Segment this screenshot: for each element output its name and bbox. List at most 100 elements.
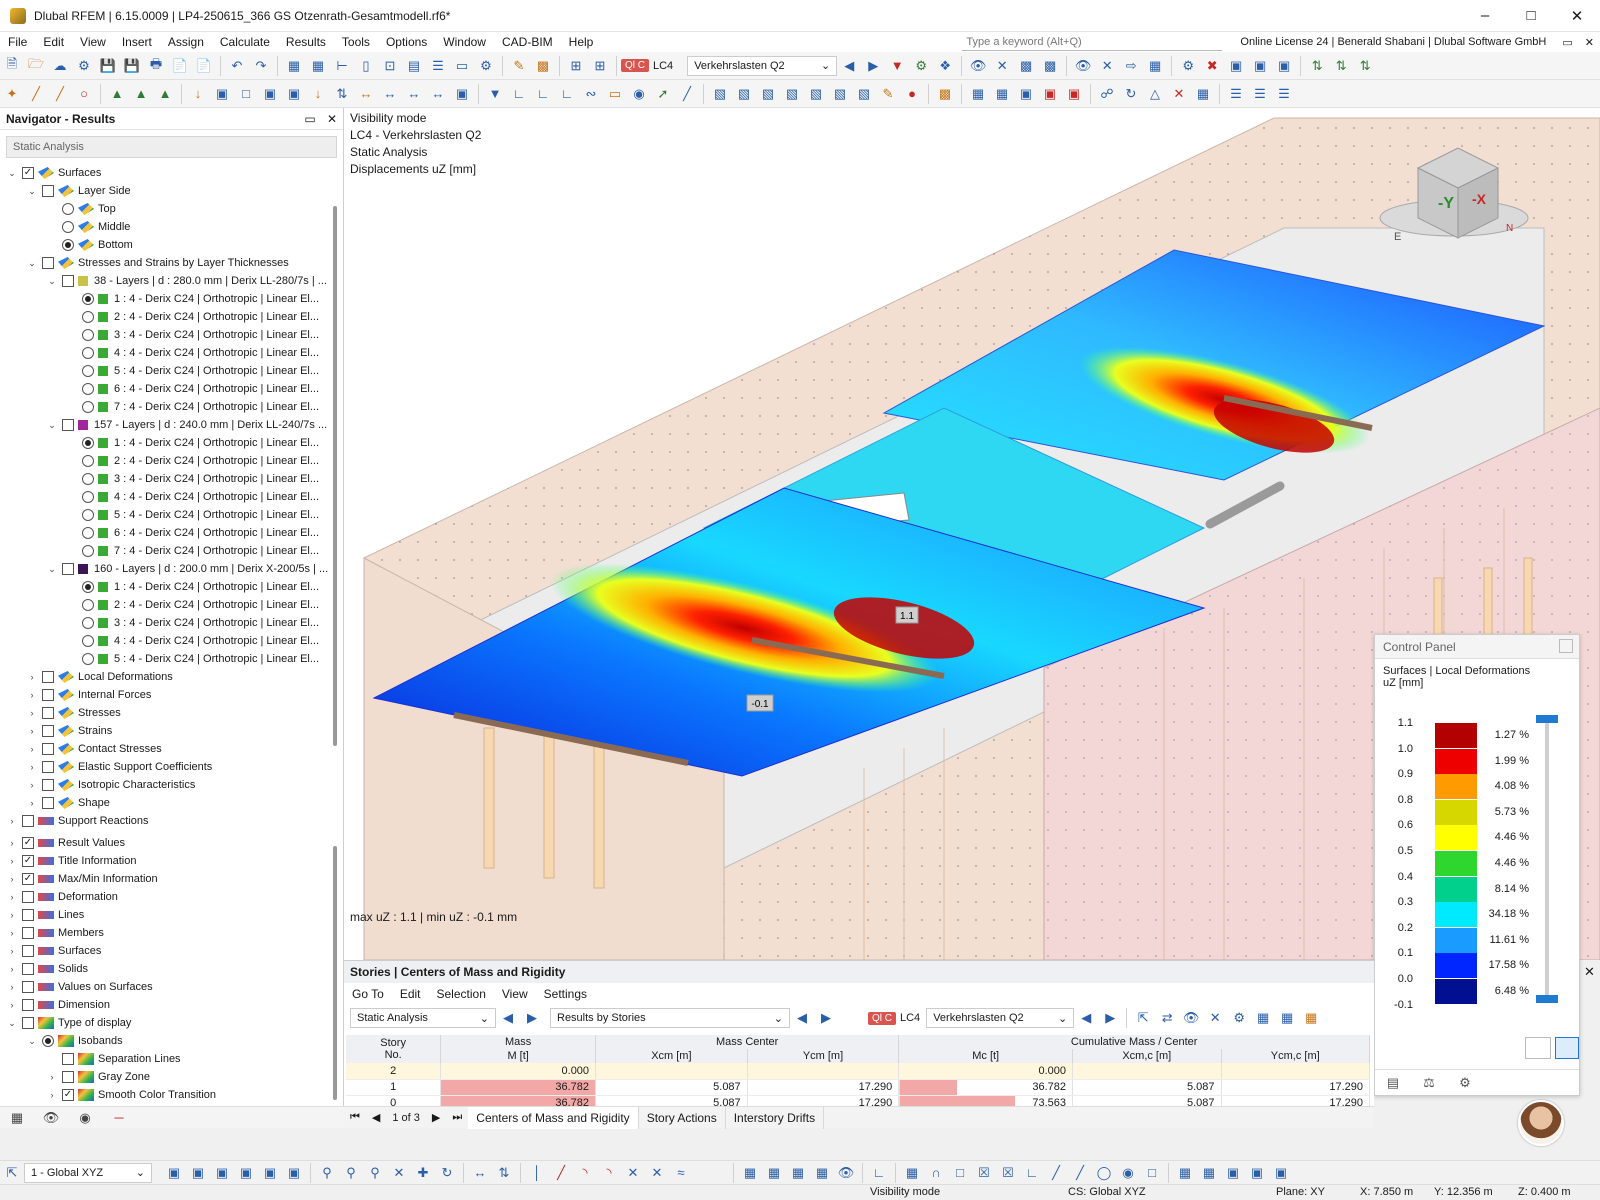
- tree-checkbox[interactable]: [22, 963, 34, 975]
- dim-icon[interactable]: ↔: [469, 1162, 491, 1184]
- arc-icon[interactable]: ◝: [574, 1162, 596, 1184]
- tree-radio[interactable]: [82, 599, 94, 611]
- display-tab-icon[interactable]: 👁: [34, 1110, 68, 1126]
- box2-icon[interactable]: ▣: [1249, 55, 1271, 77]
- tree-radio[interactable]: [82, 509, 94, 521]
- menu-tools[interactable]: Tools: [334, 32, 378, 52]
- frame-bottom-icon[interactable]: □: [949, 1162, 971, 1184]
- box-view-icon[interactable]: ▣: [283, 83, 305, 105]
- menu-view[interactable]: View: [72, 32, 114, 52]
- tree-radio[interactable]: [82, 365, 94, 377]
- member-load-icon[interactable]: ↓: [307, 83, 329, 105]
- tree-item[interactable]: 3 : 4 - Derix C24 | Orthotropic | Linear…: [0, 614, 336, 632]
- script-icon[interactable]: ▤: [403, 55, 425, 77]
- chevron-down-icon[interactable]: ⌄: [46, 564, 58, 575]
- box3-icon[interactable]: ▣: [1273, 55, 1295, 77]
- tree-item[interactable]: › Stresses: [0, 704, 336, 722]
- tree-checkbox[interactable]: [22, 909, 34, 921]
- square-icon[interactable]: □: [1141, 1162, 1163, 1184]
- magnet-icon[interactable]: ∩: [925, 1162, 947, 1184]
- result-view-icon[interactable]: ▣: [1039, 83, 1061, 105]
- tree-item[interactable]: 7 : 4 - Derix C24 | Orthotropic | Linear…: [0, 542, 336, 560]
- arrow-icon[interactable]: ➚: [652, 83, 674, 105]
- cell-m[interactable]: 0.000: [440, 1063, 597, 1080]
- cell-xcmc[interactable]: 5.087: [1072, 1079, 1222, 1096]
- tree-checkbox[interactable]: [22, 891, 34, 903]
- navigator-analysis-select[interactable]: Static Analysis: [6, 136, 337, 158]
- pin-panel-icon[interactable]: ▭: [299, 112, 321, 126]
- tree-checkbox[interactable]: [42, 257, 54, 269]
- tree-item[interactable]: › Lines: [0, 906, 336, 924]
- next-page-icon[interactable]: ▶: [432, 1111, 440, 1124]
- display-icon[interactable]: ▩: [1039, 55, 1061, 77]
- view-side-icon[interactable]: ▣: [187, 1162, 209, 1184]
- tree-item[interactable]: 1 : 4 - Derix C24 | Orthotropic | Linear…: [0, 290, 336, 308]
- slider-bottom-handle[interactable]: [1536, 995, 1558, 1003]
- tree-item[interactable]: 1 : 4 - Derix C24 | Orthotropic | Linear…: [0, 434, 336, 452]
- print-icon[interactable]: 🖶: [145, 55, 167, 77]
- sync-icon[interactable]: ⇄: [1156, 1007, 1178, 1029]
- line-tool2-icon[interactable]: ╱: [550, 1162, 572, 1184]
- tree-checkbox[interactable]: [22, 815, 34, 827]
- chevron-down-icon[interactable]: ⌄: [26, 186, 38, 197]
- tree-radio[interactable]: [82, 473, 94, 485]
- chevron-down-icon[interactable]: ⌄: [26, 1036, 38, 1047]
- tree-radio[interactable]: [82, 617, 94, 629]
- tree-checkbox[interactable]: [42, 743, 54, 755]
- support3-icon[interactable]: ▲: [154, 83, 176, 105]
- tree-item[interactable]: 6 : 4 - Derix C24 | Orthotropic | Linear…: [0, 524, 336, 542]
- table-view-icon[interactable]: ▦: [967, 83, 989, 105]
- table-panel-close-icon[interactable]: ✕: [1584, 964, 1595, 980]
- curve-icon[interactable]: ∾: [580, 83, 602, 105]
- measure2-icon[interactable]: ↔: [403, 83, 425, 105]
- table-menu-settings[interactable]: Settings: [536, 987, 595, 1001]
- tree-item[interactable]: ⌄ 157 - Layers | d : 240.0 mm | Derix LL-…: [0, 416, 336, 434]
- tree-checkbox[interactable]: [62, 1071, 74, 1083]
- tree-item[interactable]: › Dimension: [0, 996, 336, 1014]
- menu-cad-bim[interactable]: CAD-BIM: [494, 32, 561, 52]
- cell-story[interactable]: 1: [346, 1079, 442, 1096]
- table-lc-select[interactable]: Verkehrslasten Q2 ⌄: [926, 1008, 1075, 1028]
- table-next-lc-icon[interactable]: ▶: [1099, 1007, 1121, 1029]
- view-icon[interactable]: 👁: [1180, 1007, 1202, 1029]
- color-scale-icon[interactable]: ▩: [934, 83, 956, 105]
- support2-icon[interactable]: ▲: [130, 83, 152, 105]
- chevron-right-icon[interactable]: ›: [6, 964, 18, 974]
- snap-points-icon[interactable]: ▦: [763, 1162, 785, 1184]
- console-icon[interactable]: ⊡: [379, 55, 401, 77]
- corner-icon[interactable]: ∟: [1021, 1162, 1043, 1184]
- close-icon[interactable]: ✕: [1554, 0, 1600, 32]
- tab-centers-of-mass[interactable]: Centers of Mass and Rigidity: [468, 1106, 639, 1129]
- tree-checkbox[interactable]: [22, 927, 34, 939]
- tree-item[interactable]: 4 : 4 - Derix C24 | Orthotropic | Linear…: [0, 632, 336, 650]
- tree-item[interactable]: › ✓ Max/Min Information: [0, 870, 336, 888]
- wand-icon[interactable]: ✦: [1, 83, 23, 105]
- table-menu-view[interactable]: View: [494, 987, 536, 1001]
- rotate-icon[interactable]: ↻: [1120, 83, 1142, 105]
- paint-icon[interactable]: ✎: [877, 83, 899, 105]
- chevron-right-icon[interactable]: ›: [6, 816, 18, 826]
- tree-radio[interactable]: [82, 293, 94, 305]
- tree-radio[interactable]: [82, 527, 94, 539]
- load-combo-icon[interactable]: ⊞: [589, 55, 611, 77]
- results-icon[interactable]: ⚙: [910, 55, 932, 77]
- tree-radio[interactable]: [82, 383, 94, 395]
- cell-xcm[interactable]: [595, 1063, 748, 1080]
- snap-grid-bottom-icon[interactable]: ▦: [739, 1162, 761, 1184]
- wall4-icon[interactable]: ▧: [781, 83, 803, 105]
- panel-icon[interactable]: ▯: [355, 55, 377, 77]
- tree-radio[interactable]: [82, 653, 94, 665]
- mdi-window-buttons[interactable]: ▭ ✕: [1556, 35, 1600, 49]
- chevron-right-icon[interactable]: ›: [6, 1000, 18, 1010]
- navigator-scrollbar-bottom[interactable]: [333, 846, 337, 1100]
- table-prev-lc-icon[interactable]: ◀: [1075, 1007, 1097, 1029]
- chevron-right-icon[interactable]: ›: [26, 798, 38, 808]
- clip-icon[interactable]: ▣: [451, 83, 473, 105]
- close-panel-icon[interactable]: ✕: [321, 112, 343, 126]
- tree-item[interactable]: › Surfaces: [0, 942, 336, 960]
- chevron-right-icon[interactable]: ›: [26, 744, 38, 754]
- show-values-icon[interactable]: ✕: [991, 55, 1013, 77]
- cloud-icon[interactable]: ☁: [49, 55, 71, 77]
- tree-item[interactable]: ⌄ Layer Side: [0, 182, 336, 200]
- chevron-right-icon[interactable]: ›: [26, 726, 38, 736]
